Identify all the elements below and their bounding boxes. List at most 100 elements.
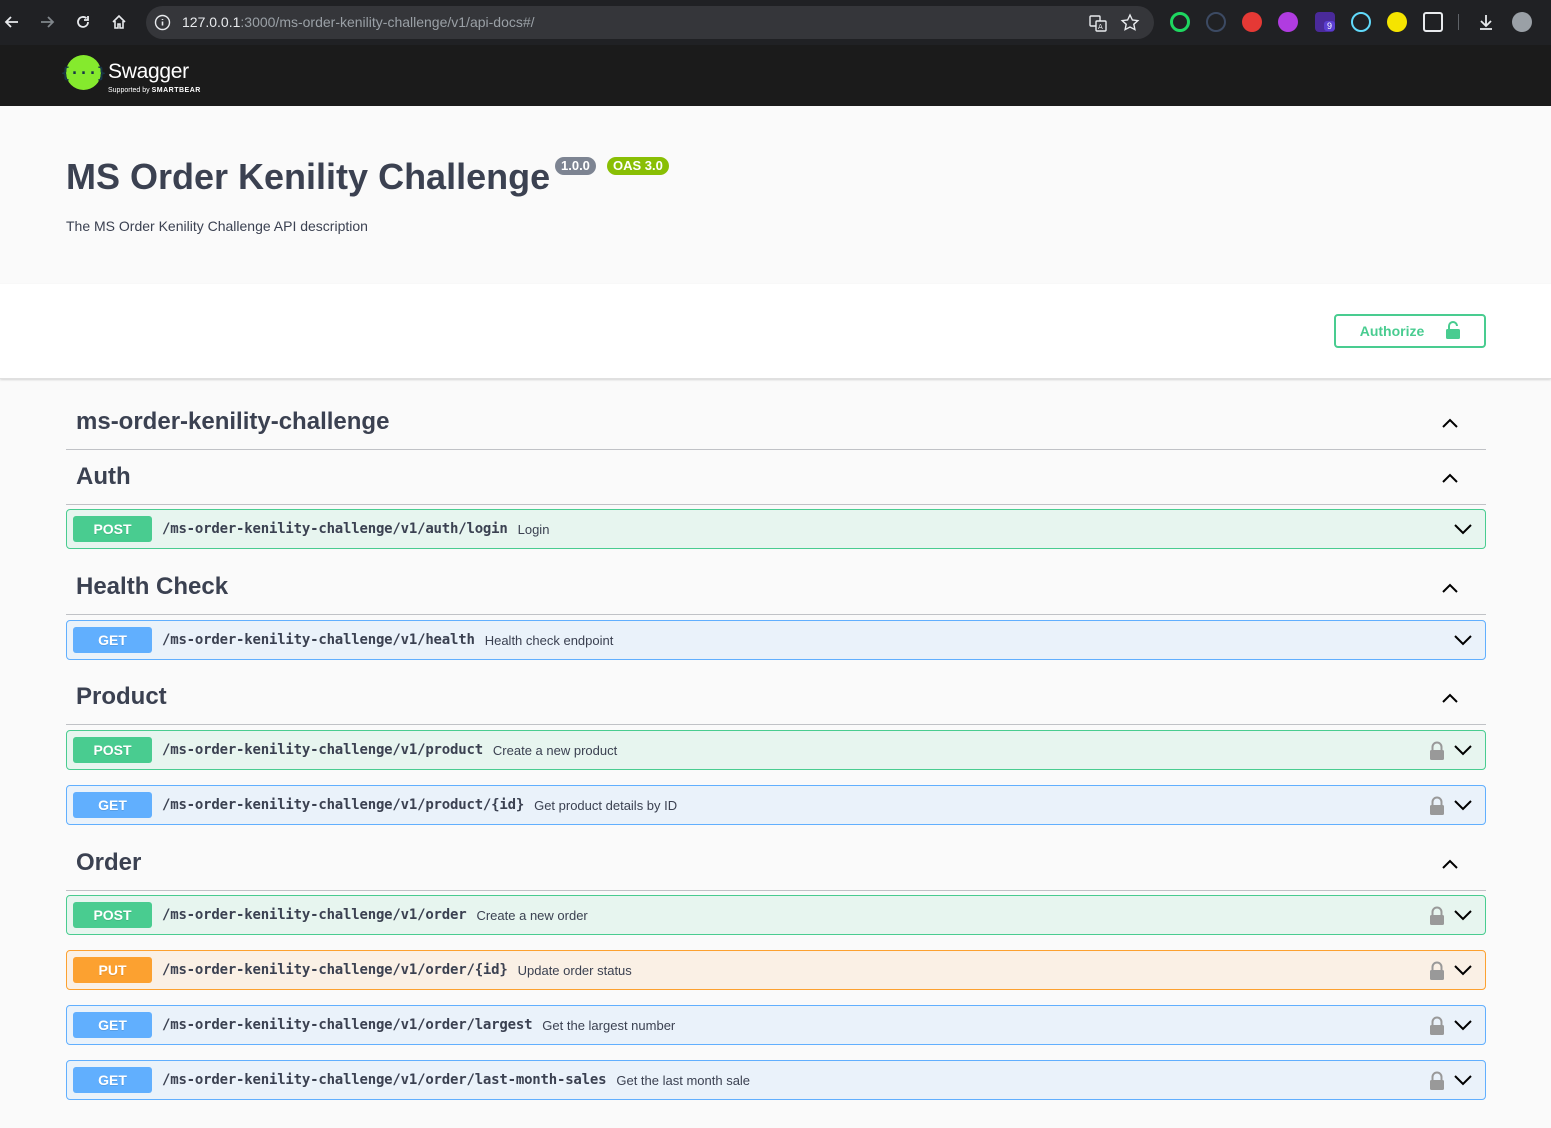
operation-put-order-by-id[interactable]: PUT /ms-order-kenility-challenge/v1/orde… xyxy=(66,950,1486,990)
version-badge: 1.0.0 xyxy=(555,157,596,175)
smartbear-tagline: Supported by SMARTBEAR xyxy=(108,87,201,94)
method-badge: GET xyxy=(73,792,152,818)
operation-path: /ms-order-kenility-challenge/v1/product/… xyxy=(162,797,525,813)
api-info: MS Order Kenility Challenge 1.0.0 OAS 3.… xyxy=(0,106,1551,284)
method-badge: GET xyxy=(73,627,152,653)
operation-get-product-by-id[interactable]: GET /ms-order-kenility-challenge/v1/prod… xyxy=(66,785,1486,825)
operation-summary: Get the largest number xyxy=(542,1017,676,1033)
operation-summary: Get the last month sale xyxy=(616,1072,751,1088)
operation-summary: Login xyxy=(517,521,550,537)
extension-moon-icon[interactable] xyxy=(1387,12,1407,32)
url-host: 127.0.0.1 xyxy=(182,14,241,30)
tag-section-ms-order-kenility-challenge[interactable]: ms-order-kenility-challenge xyxy=(66,395,1486,450)
operation-get-order-largest[interactable]: GET /ms-order-kenility-challenge/v1/orde… xyxy=(66,1005,1486,1045)
operation-post-auth-login[interactable]: POST /ms-order-kenility-challenge/v1/aut… xyxy=(66,509,1486,549)
extension-2-icon[interactable] xyxy=(1206,12,1226,32)
chevron-up-icon[interactable] xyxy=(1440,468,1460,488)
lock-icon[interactable] xyxy=(1429,906,1445,926)
method-badge: POST xyxy=(73,516,152,542)
reload-icon[interactable] xyxy=(71,10,95,34)
download-icon[interactable] xyxy=(1476,12,1496,32)
lock-icon[interactable] xyxy=(1429,741,1445,761)
method-badge: POST xyxy=(73,737,152,763)
tagline-prefix: Supported by xyxy=(108,87,150,94)
method-badge: GET xyxy=(73,1067,152,1093)
operation-summary: Create a new order xyxy=(476,907,588,923)
operation-get-health[interactable]: GET /ms-order-kenility-challenge/v1/heal… xyxy=(66,620,1486,660)
browser-toolbar: 127.0.0.1:3000/ms-order-kenility-challen… xyxy=(0,0,1551,45)
operation-summary: Update order status xyxy=(517,962,632,978)
operation-path: /ms-order-kenility-challenge/v1/order/la… xyxy=(162,1017,533,1033)
lock-icon[interactable] xyxy=(1429,1016,1445,1036)
operation-summary: Get product details by ID xyxy=(534,797,678,813)
operation-path: /ms-order-kenility-challenge/v1/order/la… xyxy=(162,1072,607,1088)
url-text: 127.0.0.1:3000/ms-order-kenility-challen… xyxy=(182,14,535,30)
api-description: The MS Order Kenility Challenge API desc… xyxy=(66,218,368,234)
url-path: :3000/ms-order-kenility-challenge/v1/api… xyxy=(240,14,535,30)
chevron-down-icon[interactable] xyxy=(1453,905,1473,925)
extension-3-icon[interactable] xyxy=(1242,12,1262,32)
tag-section-order[interactable]: Order xyxy=(66,836,1486,891)
chevron-up-icon[interactable] xyxy=(1440,578,1460,598)
extension-badge: 9 xyxy=(1324,21,1336,31)
tag-title: Health Check xyxy=(76,573,229,600)
swagger-logo-icon[interactable]: {···} xyxy=(61,55,106,90)
method-badge: PUT xyxy=(73,957,152,983)
tag-section-product[interactable]: Product xyxy=(66,670,1486,725)
react-devtools-icon[interactable] xyxy=(1351,12,1371,32)
chevron-down-icon[interactable] xyxy=(1453,960,1473,980)
scheme-container: Authorize xyxy=(0,284,1551,379)
operation-path: /ms-order-kenility-challenge/v1/order xyxy=(162,907,467,923)
toolbar-divider xyxy=(1458,14,1459,30)
extension-1-icon[interactable] xyxy=(1170,12,1190,32)
operation-post-product[interactable]: POST /ms-order-kenility-challenge/v1/pro… xyxy=(66,730,1486,770)
back-arrow-icon[interactable] xyxy=(0,10,24,34)
lock-icon[interactable] xyxy=(1429,961,1445,981)
operation-summary: Create a new product xyxy=(492,742,618,758)
operation-summary: Health check endpoint xyxy=(484,632,614,648)
api-title: MS Order Kenility Challenge xyxy=(66,156,551,197)
forward-arrow-icon[interactable] xyxy=(35,10,59,34)
chevron-up-icon[interactable] xyxy=(1440,413,1460,433)
extension-5-icon[interactable]: 9 xyxy=(1315,12,1336,32)
chevron-down-icon[interactable] xyxy=(1453,630,1473,650)
home-icon[interactable] xyxy=(107,10,131,34)
tag-title: ms-order-kenility-challenge xyxy=(76,408,390,435)
extension-4-icon[interactable] xyxy=(1278,12,1298,32)
chevron-down-icon[interactable] xyxy=(1453,795,1473,815)
swagger-topbar: {···} Swagger Supported by SMARTBEAR xyxy=(0,45,1551,106)
tag-section-health-check[interactable]: Health Check xyxy=(66,560,1486,615)
oas-badge: OAS 3.0 xyxy=(607,157,669,175)
authorize-button[interactable]: Authorize xyxy=(1334,314,1486,348)
operation-path: /ms-order-kenility-challenge/v1/health xyxy=(162,632,475,648)
lock-icon[interactable] xyxy=(1429,796,1445,816)
method-badge: GET xyxy=(73,1012,152,1038)
lock-icon[interactable] xyxy=(1429,1071,1445,1091)
profile-avatar[interactable] xyxy=(1512,12,1532,32)
chevron-down-icon[interactable] xyxy=(1453,740,1473,760)
swagger-logo-text[interactable]: Swagger xyxy=(108,60,189,84)
tag-section-auth[interactable]: Auth xyxy=(66,450,1486,505)
method-badge: POST xyxy=(73,902,152,928)
operation-path: /ms-order-kenility-challenge/v1/order/{i… xyxy=(162,962,508,978)
operation-post-order[interactable]: POST /ms-order-kenility-challenge/v1/ord… xyxy=(66,895,1486,935)
unlocked-icon xyxy=(1446,320,1461,342)
operation-get-order-last-month-sales[interactable]: GET /ms-order-kenility-challenge/v1/orde… xyxy=(66,1060,1486,1100)
site-info-icon[interactable] xyxy=(154,14,171,31)
translate-icon[interactable]: A xyxy=(1088,13,1108,33)
chevron-up-icon[interactable] xyxy=(1440,854,1460,874)
chevron-up-icon[interactable] xyxy=(1440,688,1460,708)
address-bar[interactable]: 127.0.0.1:3000/ms-order-kenility-challen… xyxy=(146,6,1154,39)
tag-title: Auth xyxy=(76,463,131,490)
operation-path: /ms-order-kenility-challenge/v1/auth/log… xyxy=(162,521,508,537)
chevron-down-icon[interactable] xyxy=(1453,519,1473,539)
authorize-label: Authorize xyxy=(1359,323,1425,339)
operation-path: /ms-order-kenility-challenge/v1/product xyxy=(162,742,483,758)
tag-title: Order xyxy=(76,849,142,876)
tag-title: Product xyxy=(76,683,167,710)
extensions-puzzle-icon[interactable] xyxy=(1423,12,1443,32)
chevron-down-icon[interactable] xyxy=(1453,1015,1473,1035)
bookmark-star-icon[interactable] xyxy=(1120,13,1140,33)
chevron-down-icon[interactable] xyxy=(1453,1070,1473,1090)
svg-text:A: A xyxy=(1098,23,1103,31)
